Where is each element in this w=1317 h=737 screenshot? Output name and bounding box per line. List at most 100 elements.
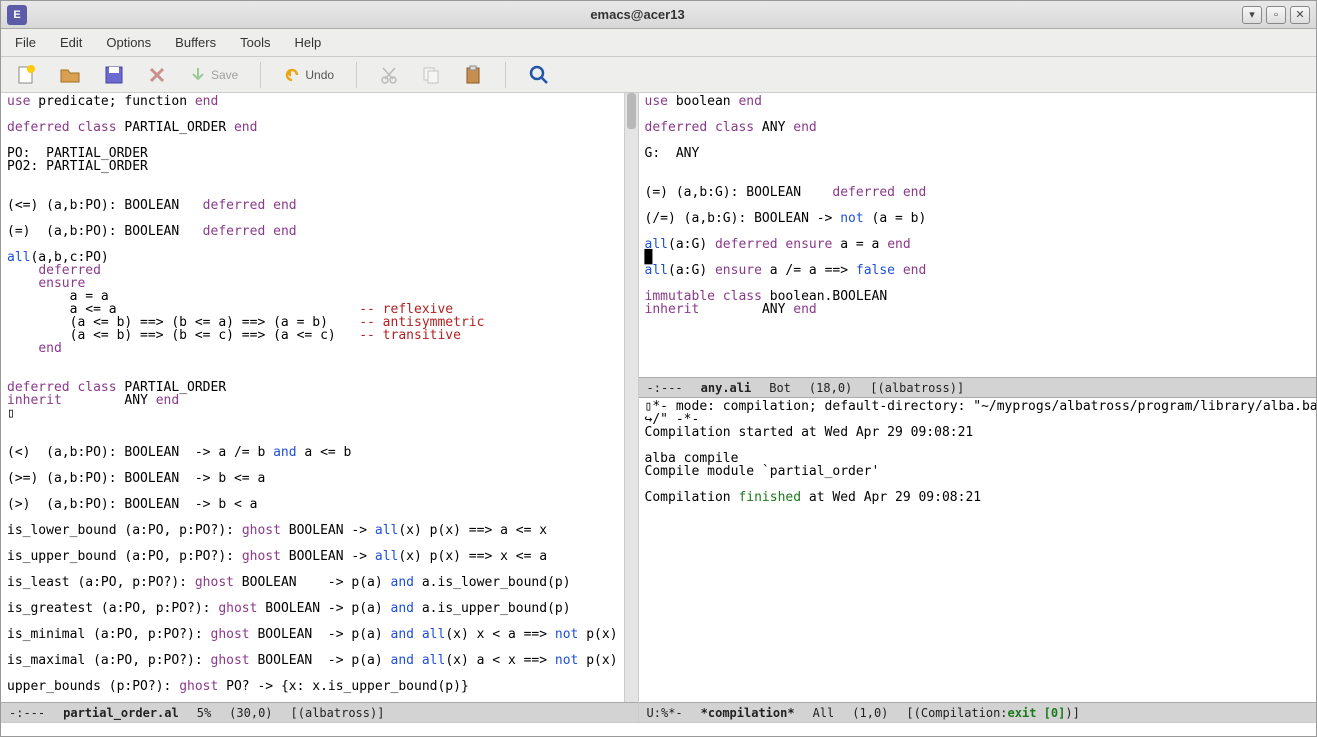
code-line bbox=[645, 439, 1316, 452]
code-line: upper_bounds (p:PO?): ghost PO? -> {x: x… bbox=[7, 680, 618, 693]
copy-button[interactable] bbox=[417, 63, 445, 87]
save-labeled-button[interactable]: Save bbox=[185, 64, 242, 86]
editor-compilation[interactable]: ▯*- mode: compilation; default-directory… bbox=[639, 398, 1316, 702]
code-line: use boolean end bbox=[645, 95, 1316, 108]
code-line: inherit ANY end bbox=[7, 394, 618, 407]
window-title: emacs@acer13 bbox=[33, 7, 1242, 22]
code-line bbox=[7, 355, 618, 368]
modeline-left: -:--- partial_order.al 5% (30,0) [(albat… bbox=[1, 702, 638, 722]
toolbar-separator bbox=[505, 62, 506, 88]
menu-buffers[interactable]: Buffers bbox=[167, 31, 224, 54]
save-file-button[interactable] bbox=[99, 62, 129, 88]
modeline-status: U:%*- bbox=[647, 706, 683, 720]
code-line: deferred class PARTIAL_ORDER end bbox=[7, 121, 618, 134]
modeline-percent: 5% bbox=[197, 706, 211, 720]
modeline-status: -:--- bbox=[647, 381, 683, 395]
code-line bbox=[7, 420, 618, 433]
menubar: File Edit Options Buffers Tools Help bbox=[1, 29, 1316, 57]
modeline-status: -:--- bbox=[9, 706, 45, 720]
save-arrow-icon bbox=[189, 66, 207, 84]
code-line: (=) (a,b:G): BOOLEAN deferred end bbox=[645, 186, 1316, 199]
undo-arrow-icon bbox=[283, 66, 301, 84]
code-line: inherit ANY end bbox=[645, 303, 1316, 316]
code-line: deferred bbox=[7, 264, 618, 277]
code-line: Compile module `partial_order' bbox=[645, 465, 1316, 478]
code-line: (>) (a,b:PO): BOOLEAN -> b < a bbox=[7, 498, 618, 511]
scissors-icon bbox=[379, 65, 399, 85]
code-line bbox=[645, 160, 1316, 173]
code-line: use predicate; function end bbox=[7, 95, 618, 108]
modeline-percent: Bot bbox=[769, 381, 791, 395]
floppy-icon bbox=[103, 64, 125, 86]
close-button[interactable]: ✕ bbox=[1290, 6, 1310, 24]
toolbar-separator bbox=[356, 62, 357, 88]
modeline-filename: partial_order.al bbox=[63, 706, 179, 720]
menu-edit[interactable]: Edit bbox=[52, 31, 90, 54]
undo-label: Undo bbox=[305, 68, 334, 82]
cut-button[interactable] bbox=[375, 63, 403, 87]
right-column: use boolean end deferred class ANY end G… bbox=[639, 93, 1316, 722]
copy-icon bbox=[421, 65, 441, 85]
code-line bbox=[645, 134, 1316, 147]
modeline-pos: (18,0) bbox=[809, 381, 852, 395]
workspace: use predicate; function end deferred cla… bbox=[1, 93, 1316, 722]
cancel-button[interactable] bbox=[143, 63, 171, 87]
open-file-button[interactable] bbox=[55, 62, 85, 88]
code-line: (a <= b) ==> (b <= c) ==> (a <= c) -- tr… bbox=[7, 329, 618, 342]
code-line: all(a:G) ensure a /= a ==> false end bbox=[645, 264, 1316, 277]
maximize-button[interactable]: ▫ bbox=[1266, 6, 1286, 24]
code-line: (/=) (a,b:G): BOOLEAN -> not (a = b) bbox=[645, 212, 1316, 225]
toolbar-separator bbox=[260, 62, 261, 88]
undo-button[interactable]: Undo bbox=[279, 64, 338, 86]
modeline-mode: [(albatross)] bbox=[870, 381, 964, 395]
code-line: is_lower_bound (a:PO, p:PO?): ghost BOOL… bbox=[7, 524, 618, 537]
modeline-compilation: U:%*- *compilation* All (1,0) [(Compilat… bbox=[639, 702, 1316, 722]
emacs-icon: E bbox=[7, 5, 27, 25]
code-line: is_minimal (a:PO, p:PO?): ghost BOOLEAN … bbox=[7, 628, 618, 641]
save-label: Save bbox=[211, 68, 238, 82]
search-button[interactable] bbox=[524, 62, 554, 88]
code-line: deferred class ANY end bbox=[645, 121, 1316, 134]
code-line: is_least (a:PO, p:PO?): ghost BOOLEAN ->… bbox=[7, 576, 618, 589]
code-line bbox=[7, 173, 618, 186]
modeline-right-top: -:--- any.ali Bot (18,0) [(albatross)] bbox=[639, 377, 1316, 397]
code-line: end bbox=[7, 342, 618, 355]
code-line: (>=) (a,b:PO): BOOLEAN -> b <= a bbox=[7, 472, 618, 485]
code-line: is_upper_bound (a:PO, p:PO?): ghost BOOL… bbox=[7, 550, 618, 563]
minibuffer[interactable] bbox=[1, 722, 1316, 736]
code-line: is_greatest (a:PO, p:PO?): ghost BOOLEAN… bbox=[7, 602, 618, 615]
modeline-pos: (1,0) bbox=[852, 706, 888, 720]
code-line: Compilation finished at Wed Apr 29 09:08… bbox=[645, 491, 1316, 504]
editor-left[interactable]: use predicate; function end deferred cla… bbox=[1, 93, 624, 702]
modeline-mode: [(Compilation:exit [0])] bbox=[906, 706, 1079, 720]
clipboard-icon bbox=[463, 65, 483, 85]
code-line: ▯ bbox=[7, 407, 618, 420]
new-file-icon bbox=[15, 64, 37, 86]
editor-right-top[interactable]: use boolean end deferred class ANY end G… bbox=[639, 93, 1316, 377]
modeline-percent: All bbox=[813, 706, 835, 720]
x-icon bbox=[147, 65, 167, 85]
modeline-filename: *compilation* bbox=[701, 706, 795, 720]
code-line: (=) (a,b:PO): BOOLEAN deferred end bbox=[7, 225, 618, 238]
new-file-button[interactable] bbox=[11, 62, 41, 88]
modeline-mode: [(albatross)] bbox=[291, 706, 385, 720]
menu-options[interactable]: Options bbox=[98, 31, 159, 54]
code-line: G: ANY bbox=[645, 147, 1316, 160]
menu-file[interactable]: File bbox=[7, 31, 44, 54]
left-pane: use predicate; function end deferred cla… bbox=[1, 93, 639, 722]
scrollbar-left-pane[interactable] bbox=[624, 93, 638, 702]
search-icon bbox=[528, 64, 550, 86]
menu-help[interactable]: Help bbox=[286, 31, 329, 54]
folder-open-icon bbox=[59, 64, 81, 86]
minimize-button[interactable]: ▾ bbox=[1242, 6, 1262, 24]
menu-tools[interactable]: Tools bbox=[232, 31, 278, 54]
paste-button[interactable] bbox=[459, 63, 487, 87]
toolbar: Save Undo bbox=[1, 57, 1316, 93]
modeline-filename: any.ali bbox=[701, 381, 752, 395]
code-line: PO2: PARTIAL_ORDER bbox=[7, 160, 618, 173]
code-line: (<=) (a,b:PO): BOOLEAN deferred end bbox=[7, 199, 618, 212]
titlebar: E emacs@acer13 ▾ ▫ ✕ bbox=[1, 1, 1316, 29]
code-line: all(a:G) deferred ensure a = a end bbox=[645, 238, 1316, 251]
modeline-pos: (30,0) bbox=[229, 706, 272, 720]
code-line: is_maximal (a:PO, p:PO?): ghost BOOLEAN … bbox=[7, 654, 618, 667]
